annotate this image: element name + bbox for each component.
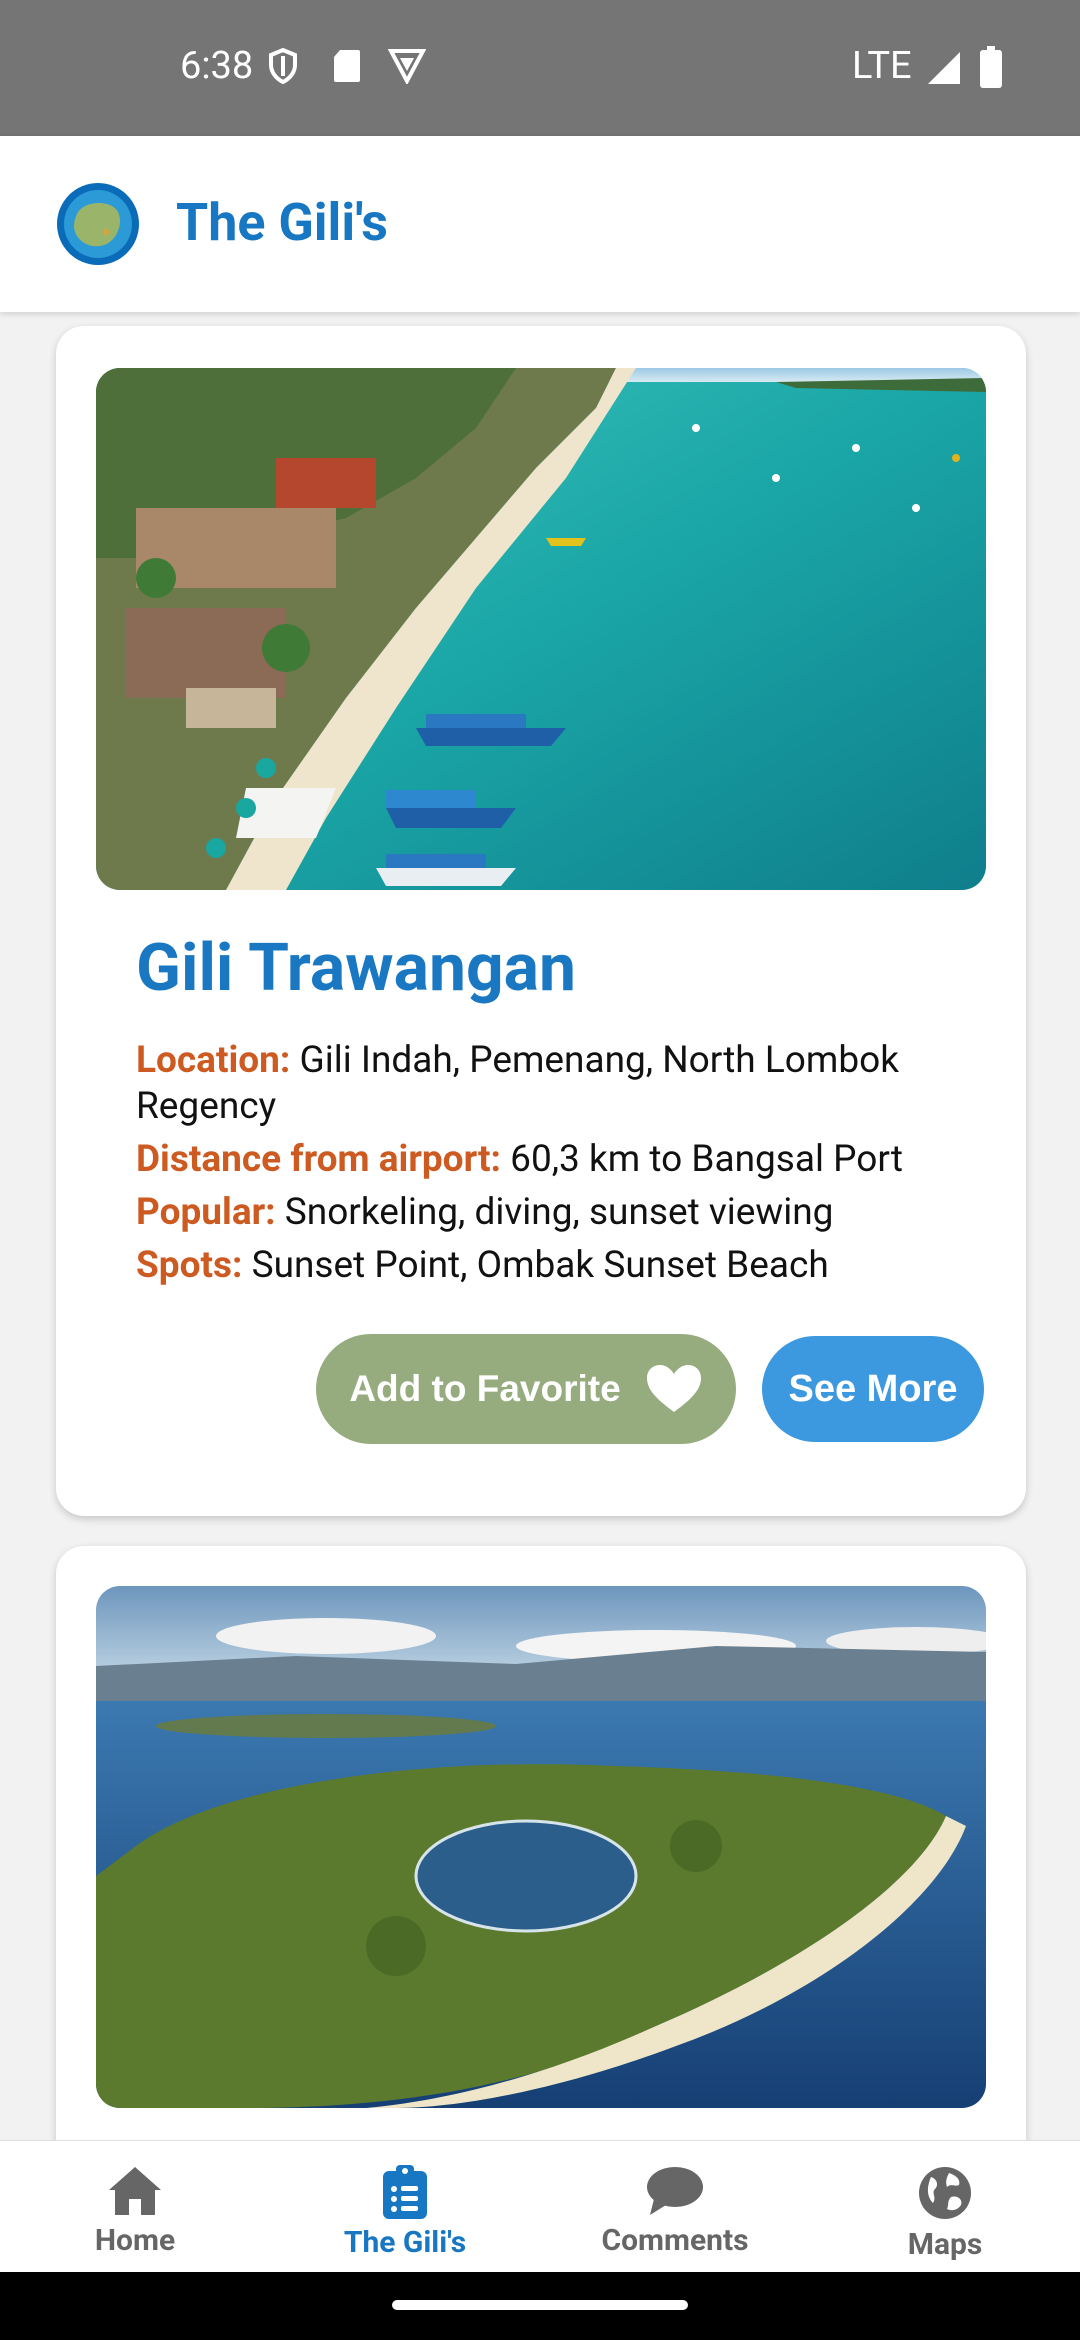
globe-icon: [919, 2167, 971, 2219]
app-bar: The Gili's: [0, 136, 1080, 312]
detail-location: Location: Gili Indah, Pemenang, North Lo…: [136, 1038, 1016, 1130]
home-gesture-handle[interactable]: [392, 2300, 688, 2310]
bottom-navigation: Home The Gili's Comments Maps: [0, 2140, 1080, 2273]
heart-icon: [646, 1365, 701, 1412]
beach-aerial-photo: [96, 368, 986, 890]
add-to-favorite-button[interactable]: Add to Favorite: [316, 1334, 736, 1444]
nav-maps[interactable]: Maps: [810, 2141, 1080, 2273]
nav-label: Home: [94, 2223, 176, 2258]
nav-label: The Gili's: [343, 2225, 467, 2260]
island-lake-aerial-photo: [96, 1586, 986, 2108]
island-title: Gili Trawangan: [136, 930, 576, 1007]
detail-popular: Popular: Snorkeling, diving, sunset view…: [136, 1190, 1016, 1236]
shield-icon: [269, 48, 297, 84]
gesture-bar: [0, 2272, 1080, 2340]
sd-card-icon: [334, 50, 360, 82]
detail-value: Sunset Point, Ombak Sunset Beach: [251, 1244, 829, 1287]
nav-comments[interactable]: Comments: [540, 2141, 810, 2273]
nav-label: Maps: [907, 2227, 983, 2262]
detail-distance: Distance from airport: 60,3 km to Bangsa…: [136, 1137, 1016, 1183]
battery-icon: [980, 46, 1002, 88]
home-icon: [109, 2167, 161, 2215]
island-card: Gili Trawangan Location: Gili Indah, Pem…: [56, 326, 1026, 1516]
detail-label: Popular:: [136, 1191, 276, 1234]
island-details: Location: Gili Indah, Pemenang, North Lo…: [136, 1038, 1016, 1296]
clipboard-list-icon: [383, 2165, 427, 2219]
detail-spots: Spots: Sunset Point, Ombak Sunset Beach: [136, 1243, 1016, 1289]
detail-value: 60,3 km to Bangsal Port: [510, 1138, 903, 1181]
nav-the-gilis[interactable]: The Gili's: [270, 2141, 540, 2273]
detail-value: Snorkeling, diving, sunset viewing: [284, 1191, 834, 1234]
island-logo-icon: [57, 183, 139, 265]
network-label: LTE: [852, 44, 912, 88]
status-time: 6:38: [180, 44, 254, 88]
detail-label: Distance from airport:: [136, 1138, 501, 1181]
detail-label: Spots:: [136, 1244, 243, 1287]
vpn-icon: [388, 49, 426, 84]
comment-icon: [647, 2167, 703, 2215]
see-more-button[interactable]: See More: [762, 1336, 984, 1442]
favorite-button-label: Add to Favorite: [349, 1368, 621, 1409]
status-bar: 6:38 LTE: [0, 0, 1080, 136]
nav-home[interactable]: Home: [0, 2141, 270, 2273]
detail-label: Location:: [136, 1039, 291, 1082]
nav-label: Comments: [601, 2223, 749, 2258]
signal-icon: [928, 52, 960, 84]
app-title: The Gili's: [176, 192, 388, 253]
